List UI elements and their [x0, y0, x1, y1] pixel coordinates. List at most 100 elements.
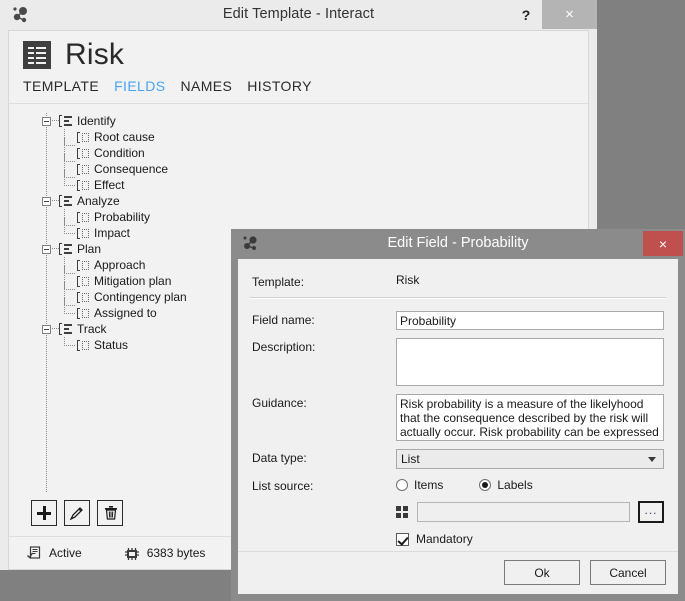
tree-connector-extend — [64, 281, 65, 289]
tree-connector — [64, 257, 75, 274]
source-picker-row: ... — [238, 501, 678, 523]
radio-labels[interactable]: Labels — [479, 478, 533, 492]
tree-field-root-cause[interactable]: Root cause — [9, 129, 588, 146]
edit-field-dialog: Edit Field - Probability × Template: Ris… — [231, 229, 685, 601]
tab-history[interactable]: HISTORY — [247, 78, 312, 94]
tree-connector — [64, 129, 75, 146]
tree-connector — [64, 337, 75, 346]
status-size-label: 6383 bytes — [146, 546, 206, 560]
expander-icon[interactable] — [42, 324, 51, 334]
tree-field-probability[interactable]: Probability — [9, 209, 588, 226]
field-icon — [76, 163, 90, 175]
radio-labels-dot — [479, 479, 492, 491]
field-name-row: Field name: — [238, 311, 678, 330]
tree-connector — [52, 248, 59, 250]
dialog-close-button[interactable]: × — [643, 231, 683, 256]
field-group-icon — [59, 195, 73, 207]
tree-field-condition[interactable]: Condition — [9, 145, 588, 162]
data-type-select[interactable]: List — [396, 449, 664, 469]
tree-connector-extend — [64, 153, 65, 161]
field-icon — [76, 339, 90, 351]
tree-connector-extend — [64, 217, 65, 225]
field-group-icon — [59, 243, 73, 255]
add-field-button[interactable] — [31, 500, 57, 526]
template-label: Template: — [252, 275, 305, 289]
expander-icon[interactable] — [42, 196, 51, 206]
expander-icon[interactable] — [42, 244, 51, 254]
template-value: Risk — [396, 273, 420, 287]
tree-connector-extend — [64, 265, 65, 273]
data-type-value: List — [401, 452, 420, 466]
template-row: Template: Risk — [238, 273, 678, 289]
tree-field-effect[interactable]: Effect — [9, 177, 588, 193]
field-icon — [76, 147, 90, 159]
tree-connector — [64, 177, 75, 186]
field-icon — [76, 259, 90, 271]
tree-group-analyze[interactable]: Analyze — [9, 193, 588, 209]
cancel-button[interactable]: Cancel — [590, 560, 666, 585]
tree-item-label: Mitigation plan — [94, 274, 172, 288]
tree-connector — [52, 200, 59, 202]
tree-item-label: Approach — [94, 258, 146, 272]
status-state: Active — [27, 545, 82, 561]
tree-group-identify[interactable]: Identify — [9, 113, 588, 129]
radio-labels-label: Labels — [497, 478, 533, 492]
tab-template[interactable]: TEMPLATE — [23, 78, 99, 94]
tree-connector — [52, 120, 59, 122]
expander-icon[interactable] — [42, 116, 51, 126]
tab-names[interactable]: NAMES — [181, 78, 233, 94]
field-group-icon — [59, 323, 73, 335]
tree-connector-extend — [64, 297, 65, 305]
delete-field-button[interactable] — [97, 500, 123, 526]
tree-item-label: Plan — [77, 242, 102, 256]
tree-connector — [64, 145, 75, 162]
field-icon — [76, 227, 90, 239]
tree-item-label: Track — [77, 322, 107, 336]
list-source-input[interactable] — [417, 502, 630, 522]
template-header: Risk — [9, 31, 588, 70]
document-state-icon — [27, 545, 42, 561]
grid-icon — [396, 505, 409, 519]
field-group-icon — [59, 115, 73, 127]
description-row: Description: — [238, 338, 678, 386]
field-icon — [76, 275, 90, 287]
edit-field-button[interactable] — [64, 500, 90, 526]
tree-item-label: Consequence — [94, 162, 169, 176]
field-icon — [76, 307, 90, 319]
tab-fields[interactable]: FIELDS — [114, 78, 165, 94]
data-type-row: Data type: List — [238, 449, 678, 469]
field-icon — [76, 179, 90, 191]
description-label: Description: — [252, 340, 316, 354]
radio-items-dot — [396, 479, 408, 491]
tree-field-consequence[interactable]: Consequence — [9, 161, 588, 178]
list-source-row: List source: Items Labels — [238, 477, 678, 493]
guidance-input[interactable] — [396, 394, 664, 441]
list-source-label: List source: — [252, 479, 314, 493]
pencil-icon — [69, 506, 84, 521]
browse-button[interactable]: ... — [638, 501, 664, 523]
data-type-label: Data type: — [252, 451, 307, 465]
tree-connector — [64, 305, 75, 314]
tree-item-label: Root cause — [94, 130, 155, 144]
guidance-row: Guidance: — [238, 394, 678, 441]
tree-connector — [64, 161, 75, 178]
divider — [250, 297, 666, 299]
close-button[interactable]: × — [542, 0, 597, 29]
mandatory-checkbox[interactable] — [396, 532, 409, 546]
field-icon — [76, 291, 90, 303]
help-button[interactable]: ? — [511, 2, 541, 28]
tree-item-label: Identify — [77, 114, 116, 128]
field-icon — [76, 211, 90, 223]
radio-items[interactable]: Items — [396, 478, 443, 492]
tree-connector-extend — [64, 169, 65, 177]
page-title: Risk — [65, 38, 125, 71]
field-name-input[interactable] — [396, 311, 664, 330]
tree-connector — [52, 328, 59, 330]
window-title: Edit Template - Interact — [222, 6, 375, 22]
radio-items-label: Items — [414, 478, 444, 492]
description-input[interactable] — [396, 338, 664, 386]
status-state-label: Active — [49, 546, 82, 560]
field-icon — [76, 131, 90, 143]
ok-button[interactable]: Ok — [504, 560, 580, 585]
mandatory-label: Mandatory — [416, 532, 473, 546]
